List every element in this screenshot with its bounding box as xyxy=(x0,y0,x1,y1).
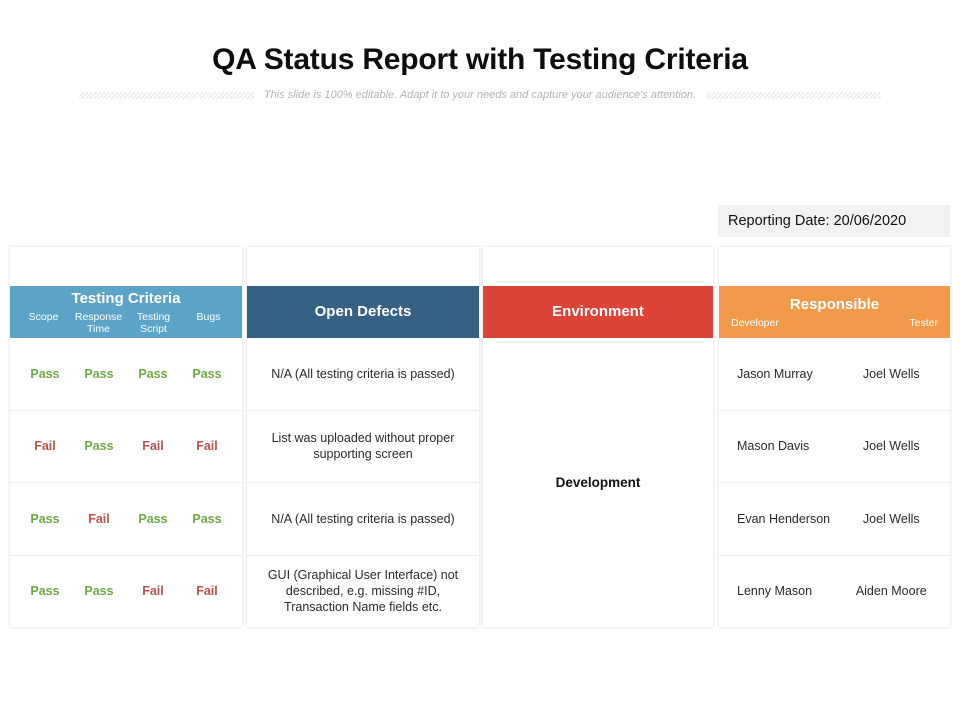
table-row: Pass Fail Pass Pass xyxy=(10,483,242,556)
subheader-tester: Tester xyxy=(909,316,938,329)
verdict-cell: Pass xyxy=(192,511,222,526)
verdict-cell: Pass xyxy=(84,366,114,381)
verdict-group: Pass Pass Pass Pass xyxy=(18,367,234,381)
verdict-cell: Pass xyxy=(138,511,168,526)
table-row: N/A (All testing criteria is passed) xyxy=(247,483,479,556)
table-row: Lenny Mason Aiden Moore xyxy=(719,556,950,628)
verdict-cell: Pass xyxy=(30,584,60,599)
card-environment: Environment Development xyxy=(483,247,713,627)
page-title: QA Status Report with Testing Criteria xyxy=(212,43,748,76)
verdict-cell: Fail xyxy=(196,584,218,599)
verdict-cell: Fail xyxy=(88,511,110,526)
defect-cell: N/A (All testing criteria is passed) xyxy=(271,511,455,526)
defect-cell: GUI (Graphical User Interface) not descr… xyxy=(267,568,459,615)
body-environment: Development xyxy=(483,338,713,627)
responsible-pair: Evan Henderson Joel Wells xyxy=(727,512,942,526)
subheader-bugs: Bugs xyxy=(196,310,221,323)
tester-name: Joel Wells xyxy=(862,366,920,381)
subheader-response-time: Response Time xyxy=(74,310,123,335)
title-block: QA Status Report with Testing Criteria T… xyxy=(0,40,960,101)
card-open-defects: Open Defects N/A (All testing criteria i… xyxy=(247,247,479,627)
tester-name: Joel Wells xyxy=(862,439,920,454)
reporting-date-label: Reporting Date: 20/06/2020 xyxy=(728,213,907,229)
header-responsible: Responsible Developer Tester xyxy=(719,286,950,338)
header-title: Environment xyxy=(552,303,644,320)
subheader-testing-script: Testing Script xyxy=(136,310,171,335)
table-row: Mason Davis Joel Wells xyxy=(719,411,950,483)
verdict-cell: Fail xyxy=(196,439,218,454)
header-title: Open Defects xyxy=(314,303,412,320)
verdict-group: Fail Pass Fail Fail xyxy=(18,439,234,453)
developer-name: Mason Davis xyxy=(737,439,810,454)
card-top-strip xyxy=(247,247,479,286)
responsible-pair: Jason Murray Joel Wells xyxy=(727,367,942,381)
verdict-cell: Pass xyxy=(30,366,60,381)
table-row: Pass Pass Pass Pass xyxy=(10,338,242,411)
table-row: List was uploaded without proper support… xyxy=(247,411,479,483)
verdict-cell: Fail xyxy=(142,584,164,599)
verdict-cell: Pass xyxy=(84,439,114,454)
card-testing-criteria: Testing Criteria Scope Response Time Tes… xyxy=(10,247,242,627)
page-subtitle: This slide is 100% editable. Adapt it to… xyxy=(263,89,697,101)
responsible-pair: Mason Davis Joel Wells xyxy=(727,439,942,453)
verdict-cell: Fail xyxy=(142,439,164,454)
body-testing-criteria: Pass Pass Pass Pass Fail Pass Fail Fail … xyxy=(10,338,242,627)
body-open-defects: N/A (All testing criteria is passed) Lis… xyxy=(247,338,479,627)
decorative-line-right xyxy=(706,91,882,99)
tester-name: Joel Wells xyxy=(862,511,920,526)
card-top-strip xyxy=(483,247,713,286)
header-open-defects: Open Defects xyxy=(247,286,479,338)
table-row: Fail Pass Fail Fail xyxy=(10,411,242,483)
subheader-row-responsible: Developer Tester xyxy=(719,317,950,329)
subtitle-row: This slide is 100% editable. Adapt it to… xyxy=(0,89,960,101)
table-row: Evan Henderson Joel Wells xyxy=(719,483,950,556)
subheader-developer: Developer xyxy=(731,316,779,329)
table-row: Pass Pass Fail Fail xyxy=(10,556,242,628)
card-top-strip xyxy=(10,247,242,286)
subheader-row-testing-criteria: Scope Response Time Testing Script Bugs xyxy=(10,311,242,335)
responsible-pair: Lenny Mason Aiden Moore xyxy=(727,584,942,598)
body-responsible: Jason Murray Joel Wells Mason Davis Joel… xyxy=(719,338,950,627)
verdict-cell: Pass xyxy=(138,366,168,381)
columns-container: Testing Criteria Scope Response Time Tes… xyxy=(0,247,960,629)
card-top-strip xyxy=(719,247,950,286)
header-title: Responsible xyxy=(789,295,880,313)
table-row: Jason Murray Joel Wells xyxy=(719,338,950,411)
table-row: N/A (All testing criteria is passed) xyxy=(247,338,479,411)
reporting-date-banner: Reporting Date: 20/06/2020 xyxy=(718,205,950,237)
developer-name: Lenny Mason xyxy=(737,584,813,599)
defect-cell: List was uploaded without proper support… xyxy=(271,431,455,462)
tester-name: Aiden Moore xyxy=(855,584,927,599)
verdict-cell: Pass xyxy=(30,511,60,526)
verdict-cell: Pass xyxy=(84,584,114,599)
developer-name: Evan Henderson xyxy=(737,511,831,526)
table-row: GUI (Graphical User Interface) not descr… xyxy=(247,556,479,628)
header-testing-criteria: Testing Criteria Scope Response Time Tes… xyxy=(10,286,242,338)
environment-value: Development xyxy=(555,475,641,490)
developer-name: Jason Murray xyxy=(737,366,813,381)
verdict-cell: Pass xyxy=(192,366,222,381)
header-title: Testing Criteria xyxy=(71,289,181,307)
verdict-group: Pass Fail Pass Pass xyxy=(18,512,234,526)
verdict-group: Pass Pass Fail Fail xyxy=(18,584,234,598)
card-responsible: Responsible Developer Tester Jason Murra… xyxy=(719,247,950,627)
header-environment: Environment xyxy=(483,286,713,338)
verdict-cell: Fail xyxy=(34,439,56,454)
subheader-scope: Scope xyxy=(28,310,59,323)
defect-cell: N/A (All testing criteria is passed) xyxy=(271,366,455,381)
decorative-line-left xyxy=(78,91,254,99)
